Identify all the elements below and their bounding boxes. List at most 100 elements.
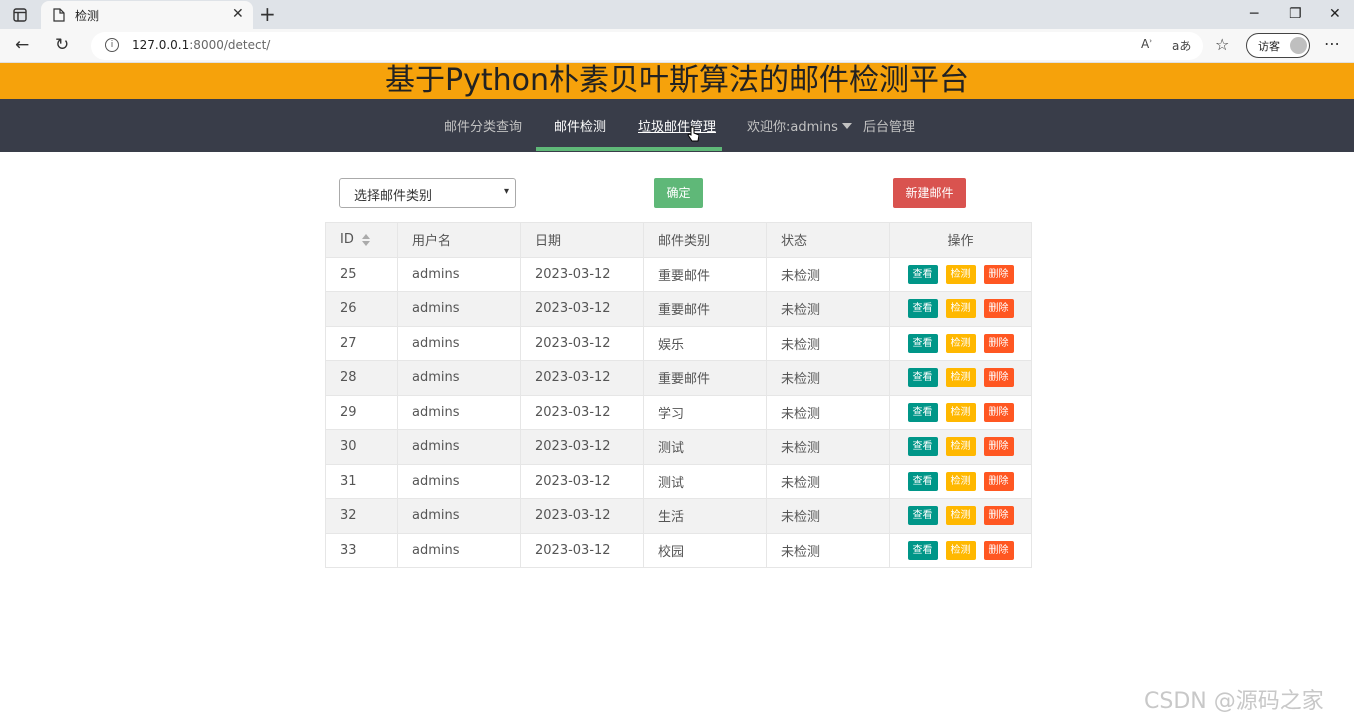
delete-button[interactable]: 删除 bbox=[983, 368, 1014, 388]
category-select[interactable]: 选择邮件类别 ▾ bbox=[339, 178, 516, 208]
more-options-icon[interactable]: ⋯ bbox=[1324, 34, 1340, 53]
cell-status: 未检测 bbox=[766, 498, 890, 534]
cell-id: 29 bbox=[325, 394, 398, 430]
view-button[interactable]: 查看 bbox=[907, 471, 938, 491]
delete-button[interactable]: 删除 bbox=[983, 506, 1014, 526]
cell-date: 2023-03-12 bbox=[520, 325, 644, 361]
delete-button[interactable]: 删除 bbox=[983, 540, 1014, 560]
cell-actions: 查看 检测 删除 bbox=[889, 394, 1032, 430]
cell-id: 26 bbox=[325, 291, 398, 327]
nav-item-mail-detect[interactable]: 邮件检测 bbox=[554, 116, 606, 135]
cell-category: 测试 bbox=[643, 463, 767, 499]
new-mail-button[interactable]: 新建邮件 bbox=[893, 178, 966, 208]
url-host: 127.0.0.1 bbox=[132, 38, 190, 52]
cell-user: admins bbox=[397, 429, 521, 465]
view-button[interactable]: 查看 bbox=[907, 299, 938, 319]
view-button[interactable]: 查看 bbox=[907, 540, 938, 560]
delete-button[interactable]: 删除 bbox=[983, 333, 1014, 353]
refresh-icon[interactable]: ↻ bbox=[55, 35, 69, 55]
cell-id: 33 bbox=[325, 532, 398, 568]
site-banner: 基于Python朴素贝叶斯算法的邮件检测平台 bbox=[0, 63, 1354, 99]
tab-title: 检测 bbox=[75, 9, 100, 23]
address-bar[interactable]: i 127.0.0.1:8000/detect/ A› aあ bbox=[91, 32, 1203, 60]
read-aloud-icon[interactable]: A› bbox=[1141, 37, 1152, 51]
detect-button[interactable]: 检测 bbox=[945, 299, 976, 319]
minimize-icon[interactable]: ─ bbox=[1250, 4, 1258, 24]
mail-table: ID 用户名 日期 邮件类别 状态 操作 25 admins 2023-03-12 重… bbox=[325, 222, 1032, 568]
cell-category: 娱乐 bbox=[643, 325, 767, 361]
col-header-id[interactable]: ID bbox=[325, 222, 398, 258]
cell-id: 27 bbox=[325, 325, 398, 361]
detect-button[interactable]: 检测 bbox=[945, 437, 976, 457]
view-button[interactable]: 查看 bbox=[907, 264, 938, 284]
cell-category: 学习 bbox=[643, 394, 767, 430]
cell-user: admins bbox=[397, 463, 521, 499]
info-icon[interactable]: i bbox=[105, 38, 119, 52]
detect-button[interactable]: 检测 bbox=[945, 264, 976, 284]
sort-icon[interactable] bbox=[361, 233, 370, 246]
nav-item-category-query[interactable]: 邮件分类查询 bbox=[444, 116, 522, 135]
confirm-button[interactable]: 确定 bbox=[654, 178, 703, 208]
detect-button[interactable]: 检测 bbox=[945, 540, 976, 560]
cell-status: 未检测 bbox=[766, 325, 890, 361]
browser-toolbar: ← ↻ i 127.0.0.1:8000/detect/ A› aあ ☆ 访客 … bbox=[0, 29, 1354, 63]
category-select-value: 选择邮件类别 bbox=[354, 189, 433, 204]
view-button[interactable]: 查看 bbox=[907, 437, 938, 457]
delete-button[interactable]: 删除 bbox=[983, 402, 1014, 422]
detect-button[interactable]: 检测 bbox=[945, 506, 976, 526]
browser-tab-bar: 检测 ✕ + ─ ❐ ✕ bbox=[0, 0, 1354, 29]
page-title: 基于Python朴素贝叶斯算法的邮件检测平台 bbox=[385, 63, 969, 98]
favorites-icon[interactable]: ☆ bbox=[1215, 35, 1229, 54]
view-button[interactable]: 查看 bbox=[907, 368, 938, 388]
table-row: 28 admins 2023-03-12 重要邮件 未检测 查看 检测 删除 bbox=[325, 360, 1032, 396]
view-button[interactable]: 查看 bbox=[907, 402, 938, 422]
main-navbar: 邮件分类查询 邮件检测 垃圾邮件管理 欢迎你:admins 后台管理 bbox=[0, 99, 1354, 152]
cell-category: 校园 bbox=[643, 532, 767, 568]
restore-icon[interactable]: ❐ bbox=[1289, 4, 1302, 24]
col-header-id-label: ID bbox=[340, 232, 354, 248]
detect-button[interactable]: 检测 bbox=[945, 333, 976, 353]
cell-actions: 查看 检测 删除 bbox=[889, 360, 1032, 396]
detect-button[interactable]: 检测 bbox=[945, 402, 976, 422]
nav-item-user-menu[interactable]: 欢迎你:admins bbox=[747, 116, 852, 135]
user-menu-label: 欢迎你:admins bbox=[747, 120, 838, 135]
cell-status: 未检测 bbox=[766, 291, 890, 327]
delete-button[interactable]: 删除 bbox=[983, 437, 1014, 457]
table-row: 32 admins 2023-03-12 生活 未检测 查看 检测 删除 bbox=[325, 498, 1032, 534]
translate-icon[interactable]: aあ bbox=[1172, 37, 1191, 54]
cell-id: 30 bbox=[325, 429, 398, 465]
delete-button[interactable]: 删除 bbox=[983, 264, 1014, 284]
back-icon[interactable]: ← bbox=[15, 35, 29, 55]
cell-date: 2023-03-12 bbox=[520, 394, 644, 430]
close-window-icon[interactable]: ✕ bbox=[1329, 4, 1341, 24]
new-tab-icon[interactable]: + bbox=[259, 3, 276, 25]
chevron-down-icon: ▾ bbox=[503, 186, 509, 197]
delete-button[interactable]: 删除 bbox=[983, 471, 1014, 491]
view-button[interactable]: 查看 bbox=[907, 506, 938, 526]
nav-active-indicator bbox=[536, 147, 722, 151]
cell-category: 重要邮件 bbox=[643, 360, 767, 396]
table-header-row: ID 用户名 日期 邮件类别 状态 操作 bbox=[325, 222, 1032, 258]
url-text[interactable]: 127.0.0.1:8000/detect/ bbox=[132, 38, 270, 52]
table-row: 25 admins 2023-03-12 重要邮件 未检测 查看 检测 删除 bbox=[325, 256, 1032, 292]
table-row: 29 admins 2023-03-12 学习 未检测 查看 检测 删除 bbox=[325, 394, 1032, 430]
col-header-status: 状态 bbox=[766, 222, 890, 258]
view-button[interactable]: 查看 bbox=[907, 333, 938, 353]
cell-actions: 查看 检测 删除 bbox=[889, 291, 1032, 327]
profile-button[interactable]: 访客 bbox=[1246, 33, 1310, 58]
tab-actions-icon[interactable] bbox=[11, 6, 29, 24]
cell-id: 31 bbox=[325, 463, 398, 499]
cell-status: 未检测 bbox=[766, 256, 890, 292]
nav-item-admin[interactable]: 后台管理 bbox=[863, 116, 915, 135]
detect-button[interactable]: 检测 bbox=[945, 368, 976, 388]
delete-button[interactable]: 删除 bbox=[983, 299, 1014, 319]
detect-button[interactable]: 检测 bbox=[945, 471, 976, 491]
nav-item-spam-manage[interactable]: 垃圾邮件管理 bbox=[638, 116, 716, 135]
browser-tab[interactable]: 检测 ✕ bbox=[41, 1, 253, 29]
table-row: 26 admins 2023-03-12 重要邮件 未检测 查看 检测 删除 bbox=[325, 291, 1032, 327]
cell-category: 重要邮件 bbox=[643, 256, 767, 292]
close-tab-icon[interactable]: ✕ bbox=[232, 6, 244, 22]
cell-actions: 查看 检测 删除 bbox=[889, 325, 1032, 361]
cell-date: 2023-03-12 bbox=[520, 463, 644, 499]
cell-id: 28 bbox=[325, 360, 398, 396]
